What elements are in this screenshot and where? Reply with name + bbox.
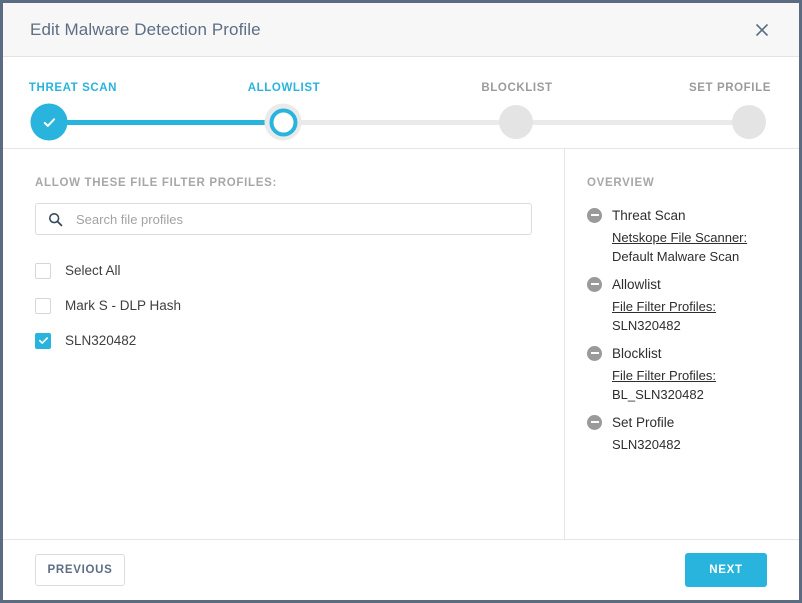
step-complete-circle bbox=[30, 103, 68, 141]
minus-icon[interactable] bbox=[587, 276, 602, 292]
step-pending-circle bbox=[499, 105, 533, 139]
step-label-set-profile: SET PROFILE bbox=[689, 82, 771, 94]
step-node-set-profile[interactable] bbox=[732, 105, 766, 139]
stepper-progress-fill bbox=[49, 120, 289, 125]
overview-detail-key: File Filter Profiles: bbox=[612, 368, 717, 383]
checkbox-label-sln320482: SLN320482 bbox=[65, 333, 137, 348]
previous-button[interactable]: PREVIOUS bbox=[35, 554, 125, 586]
check-icon bbox=[38, 337, 48, 344]
dialog-header: Edit Malware Detection Profile bbox=[3, 3, 799, 57]
step-labels: THREAT SCAN ALLOWLIST BLOCKLIST SET PROF… bbox=[3, 82, 799, 98]
next-button[interactable]: NEXT bbox=[685, 553, 767, 587]
overview-detail-value: SLN320482 bbox=[612, 318, 681, 333]
edit-malware-detection-profile-dialog: Edit Malware Detection Profile THREAT SC… bbox=[0, 0, 802, 603]
overview-panel: OVERVIEW Threat Scan Netskope File Scann… bbox=[565, 149, 799, 539]
checkbox-sln320482[interactable] bbox=[35, 332, 51, 349]
check-icon bbox=[43, 117, 55, 127]
step-label-threat-scan: THREAT SCAN bbox=[28, 82, 118, 94]
close-icon[interactable] bbox=[747, 15, 777, 45]
minus-icon[interactable] bbox=[587, 414, 602, 430]
overview-item-detail: Netskope File Scanner: Default Malware S… bbox=[587, 228, 781, 266]
checkbox-row-sln320482[interactable]: SLN320482 bbox=[35, 323, 532, 358]
overview-item-detail: SLN320482 bbox=[587, 435, 781, 454]
minus-icon[interactable] bbox=[587, 345, 602, 361]
checkbox-label-select-all: Select All bbox=[65, 263, 121, 278]
checkbox-select-all[interactable] bbox=[35, 262, 51, 279]
file-profile-checkbox-list: Select All Mark S - DLP Hash SLN320482 bbox=[35, 253, 532, 358]
overview-item-title: Blocklist bbox=[612, 345, 662, 361]
overview-item-header[interactable]: Set Profile bbox=[587, 410, 781, 434]
step-node-blocklist[interactable] bbox=[499, 105, 533, 139]
overview-item-title: Allowlist bbox=[612, 276, 661, 292]
overview-item-detail: File Filter Profiles: SLN320482 bbox=[587, 297, 781, 335]
overview-item-threat-scan: Threat Scan Netskope File Scanner: Defau… bbox=[587, 203, 781, 266]
overview-item-header[interactable]: Threat Scan bbox=[587, 203, 781, 227]
search-icon bbox=[48, 212, 63, 227]
checkbox-mark-s-dlp-hash[interactable] bbox=[35, 297, 51, 314]
overview-item-title: Set Profile bbox=[612, 414, 675, 430]
overview-item-title: Threat Scan bbox=[612, 207, 686, 223]
checkbox-label-mark-s-dlp-hash: Mark S - DLP Hash bbox=[65, 298, 182, 313]
step-node-allowlist[interactable] bbox=[264, 103, 302, 141]
step-pending-circle bbox=[732, 105, 766, 139]
overview-item-set-profile: Set Profile SLN320482 bbox=[587, 410, 781, 454]
overview-item-header[interactable]: Allowlist bbox=[587, 272, 781, 296]
overview-detail-key: File Filter Profiles: bbox=[612, 299, 717, 314]
step-label-blocklist: BLOCKLIST bbox=[481, 82, 553, 94]
overview-item-blocklist: Blocklist File Filter Profiles: BL_SLN32… bbox=[587, 341, 781, 404]
overview-detail-value: BL_SLN320482 bbox=[612, 387, 704, 402]
dialog-title: Edit Malware Detection Profile bbox=[30, 19, 261, 39]
minus-icon[interactable] bbox=[587, 207, 602, 223]
search-file-profiles-box[interactable] bbox=[35, 203, 532, 235]
allowlist-section-label: ALLOW THESE FILE FILTER PROFILES: bbox=[35, 177, 278, 189]
wizard-stepper: THREAT SCAN ALLOWLIST BLOCKLIST SET PROF… bbox=[3, 57, 799, 149]
allowlist-panel: ALLOW THESE FILE FILTER PROFILES: Search… bbox=[3, 149, 565, 539]
overview-item-allowlist: Allowlist File Filter Profiles: SLN32048… bbox=[587, 272, 781, 335]
dialog-body: ALLOW THESE FILE FILTER PROFILES: Search… bbox=[3, 149, 799, 540]
step-current-ring bbox=[269, 108, 297, 136]
overview-item-detail: File Filter Profiles: BL_SLN320482 bbox=[587, 366, 781, 404]
step-current-circle bbox=[264, 103, 302, 141]
overview-detail-value: SLN320482 bbox=[612, 437, 681, 452]
checkbox-row-mark-s-dlp-hash[interactable]: Mark S - DLP Hash bbox=[35, 288, 532, 323]
overview-detail-key: Netskope File Scanner: bbox=[612, 230, 748, 245]
overview-heading: OVERVIEW bbox=[587, 177, 655, 189]
step-label-allowlist: ALLOWLIST bbox=[247, 82, 321, 94]
overview-detail-value: Default Malware Scan bbox=[612, 249, 740, 264]
dialog-footer: PREVIOUS NEXT bbox=[3, 540, 799, 600]
step-node-threat-scan[interactable] bbox=[30, 103, 68, 141]
search-input[interactable] bbox=[76, 211, 521, 227]
stepper-track bbox=[49, 120, 753, 125]
checkbox-row-select-all[interactable]: Select All bbox=[35, 253, 532, 288]
overview-item-header[interactable]: Blocklist bbox=[587, 341, 781, 365]
